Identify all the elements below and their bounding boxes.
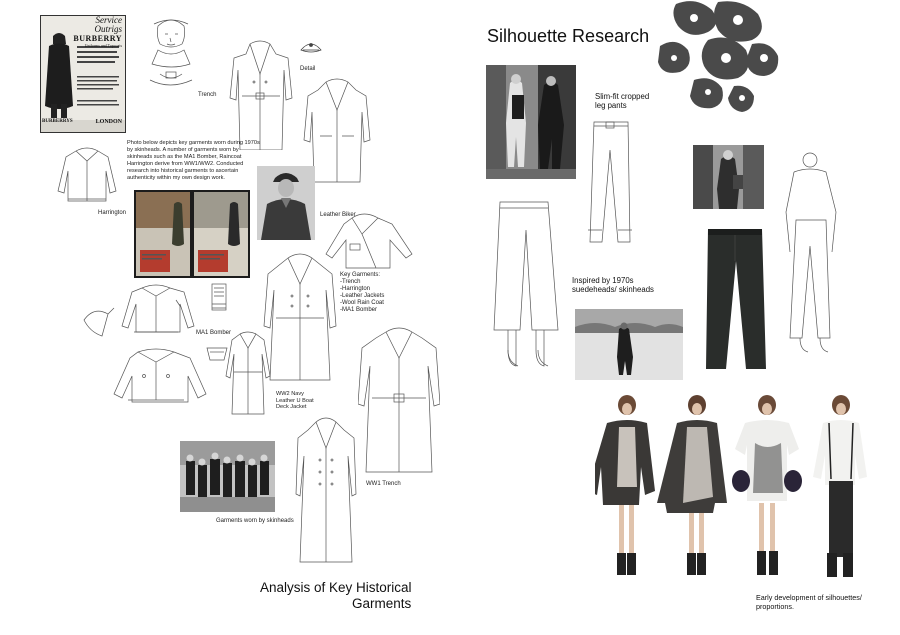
poster-footer-brand: BURBERRYS [42, 119, 73, 124]
right-page-title: Silhouette Research [487, 26, 650, 46]
model-4 [813, 395, 867, 577]
two-men-street-photo [486, 65, 576, 179]
skinheads-group-photo [180, 441, 275, 512]
cap-detail-sketch [298, 38, 324, 58]
label-garments-worn: Garments worn by skinheads [216, 518, 294, 524]
poster-sub: Uniforms and Topcoats [84, 43, 122, 48]
poster-footer-city: LONDON [95, 119, 122, 125]
figure-pants-sketch [780, 150, 842, 358]
portfolio-spread: Service Outrigs BURBERRY Uniforms and To… [0, 0, 900, 635]
woman-hat-photo [257, 166, 315, 240]
ww1-trench-right-sketch [358, 324, 440, 474]
label-ww2-navy: WW2 Navy Leather U Boat Deck Jacket [276, 391, 314, 411]
wide-pants-sketch [488, 196, 564, 372]
model-1 [595, 395, 655, 575]
harrington-sketch [56, 145, 118, 209]
ma1-bomber-sketch [116, 282, 196, 338]
man-snow-photo [575, 309, 683, 380]
person-bag-photo [693, 145, 764, 209]
label-trench: Trench [198, 92, 217, 98]
cropped-pants-sketch [580, 118, 640, 250]
slim-fit-caption: Slim-fit cropped leg pants [595, 92, 650, 110]
long-coat-sketch [294, 414, 358, 564]
model-2 [657, 395, 727, 575]
inspired-caption: Inspired by 1970s suedeheads/ skinheads [572, 276, 654, 294]
model-3 [732, 395, 802, 575]
bomber-front-sketch [104, 346, 208, 406]
left-page-title-line2: Garments [352, 596, 412, 611]
dark-trousers-image [700, 225, 770, 373]
trench-coat-sketch [228, 38, 294, 150]
poster-brand: BURBERRY [73, 34, 122, 43]
label-ww1-trench: WW1 Trench [366, 481, 401, 487]
ww2-navy-coat-sketch [224, 330, 272, 416]
key-garments-list: Key Garments: -Trench -Harrington -Leath… [340, 272, 385, 313]
early-dev-caption: Early development of silhouettes/ propor… [756, 593, 862, 611]
book-pages-photo [134, 190, 250, 278]
trench-sketch [140, 14, 202, 106]
label-harrington: Harrington [98, 210, 127, 216]
flight-pocket-sketch [78, 300, 118, 340]
cuff-detail-sketch [204, 280, 236, 316]
poster-heading-2: Outrigs [94, 24, 122, 34]
runway-models-image [595, 393, 873, 591]
left-page-title-line1: Analysis of Key Historical [260, 580, 412, 595]
label-detail: Detail [300, 66, 316, 72]
description-text: Photo below depicts key garments worn du… [127, 140, 260, 181]
brush-texture [656, 0, 784, 118]
raincoat-sketch [262, 252, 338, 382]
